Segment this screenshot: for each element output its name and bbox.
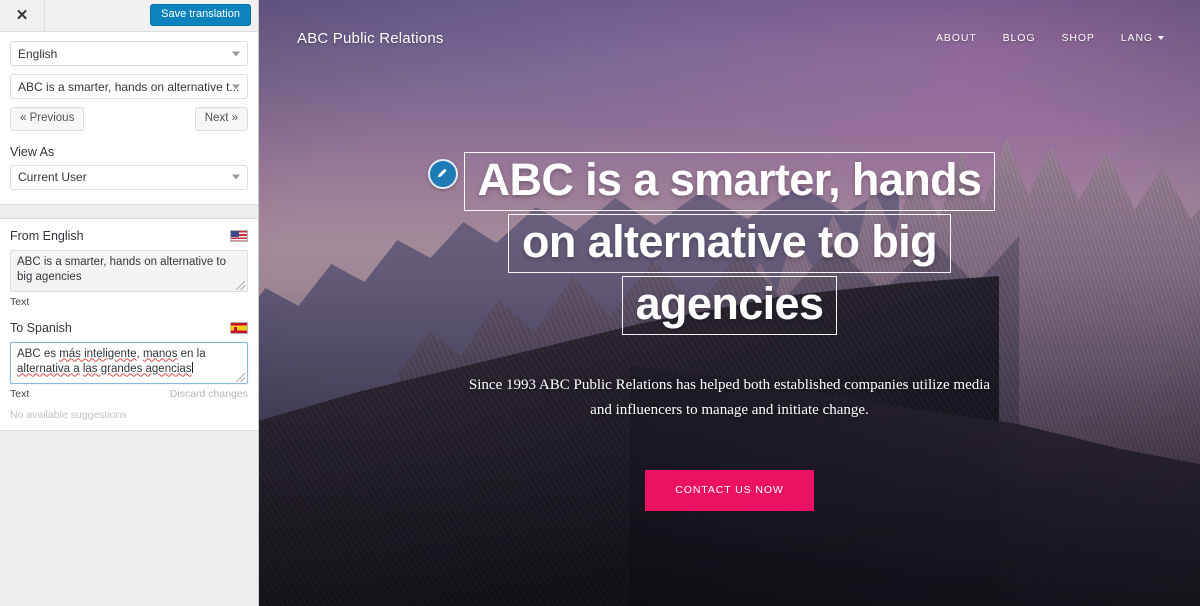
save-translation-button[interactable]: Save translation [150, 4, 251, 26]
nav-item-blog-label: BLOG [1002, 32, 1036, 44]
source-textarea[interactable]: ABC is a smarter, hands on alternative t… [10, 249, 248, 292]
target-footer: Text Discard changes [10, 388, 248, 400]
es-flag-icon [230, 321, 248, 334]
nav-item-about-label: ABOUT [935, 32, 977, 44]
chevron-down-icon [232, 84, 240, 89]
hero-subtitle-line-2: and influencers to manage and initiate c… [590, 402, 869, 418]
contact-us-button[interactable]: CONTACT US NOW [645, 470, 814, 511]
source-text: ABC is a smarter, hands on alternative t… [17, 255, 227, 283]
pencil-icon[interactable] [427, 159, 458, 189]
string-select-value: ABC is a smarter, hands on alternative t… [18, 79, 240, 94]
target-text-plain-3: en la [177, 347, 206, 360]
target-type-label: Text [10, 387, 30, 400]
target-textarea[interactable]: ABC es más inteligente, manos en la alte… [10, 341, 248, 384]
resize-grip-icon[interactable] [236, 372, 245, 382]
site-brand[interactable]: ABC Public Relations [297, 30, 444, 47]
hero-headline-line-2[interactable]: on alternative to big [508, 214, 951, 273]
discard-changes-link[interactable]: Discard changes [170, 388, 248, 400]
string-select[interactable]: ABC is a smarter, hands on alternative t… [10, 74, 248, 99]
source-title: From English [10, 228, 84, 243]
nav-item-blog[interactable]: BLOG [1003, 32, 1036, 44]
us-flag-icon [230, 229, 248, 242]
target-header: To Spanish [10, 321, 248, 335]
chevron-down-icon [1158, 36, 1164, 40]
source-header: From English [10, 229, 248, 243]
next-button[interactable]: Next » [194, 107, 248, 131]
hero-subtitle-line-1: Since 1993 ABC Public Relations has help… [468, 377, 991, 393]
nav-item-lang[interactable]: LANG [1121, 32, 1164, 44]
source-footer: Text [10, 296, 248, 308]
hero-headline-wrapper: ABC is a smarter, hands on alternative t… [427, 152, 996, 338]
hero-subtitle: Since 1993 ABC Public Relations has help… [259, 373, 1200, 423]
close-button[interactable]: ✕ [0, 0, 45, 31]
language-select-value: English [18, 46, 58, 61]
view-as-value: Current User [18, 170, 87, 185]
language-select[interactable]: English [10, 41, 248, 66]
nav-item-shop[interactable]: SHOP [1061, 32, 1094, 44]
panel-divider [0, 204, 258, 219]
close-icon: ✕ [15, 7, 29, 24]
hero-headline-line-1[interactable]: ABC is a smarter, hands [463, 152, 996, 211]
site-navbar: ABC Public Relations ABOUT BLOG SHOP LAN… [259, 0, 1200, 76]
target-text-misspelled-1: más inteligente [59, 347, 137, 360]
text-cursor [191, 361, 193, 373]
sidebar-header: ✕ Save translation [0, 0, 258, 32]
chevron-down-icon [232, 174, 240, 180]
translation-editor-panel: From English ABC is a smarter, hands on … [0, 218, 258, 431]
sidebar-controls-panel: English ABC is a smarter, hands on alter… [0, 32, 258, 205]
hero-headline-line-3[interactable]: agencies [621, 276, 838, 335]
pagination-row: « Previous Next » [10, 107, 248, 131]
nav-item-lang-label: LANG [1120, 32, 1153, 44]
site-preview: ABC Public Relations ABOUT BLOG SHOP LAN… [259, 0, 1200, 606]
target-text-plain-1: ABC es [17, 347, 60, 360]
nav-item-shop-label: SHOP [1061, 32, 1095, 44]
target-text-misspelled-3: alternativa a [17, 362, 80, 375]
hero-section: ABC is a smarter, hands on alternative t… [259, 0, 1200, 511]
source-type-label: Text [10, 295, 30, 308]
target-title: To Spanish [10, 320, 72, 335]
chevron-down-icon [232, 51, 240, 56]
nav-links: ABOUT BLOG SHOP LANG [936, 32, 1164, 44]
view-as-label: View As [10, 144, 55, 159]
target-text-misspelled-4: las grandes agencias [82, 362, 192, 375]
resize-grip-icon[interactable] [236, 280, 245, 290]
suggestions-message: No available suggestions [10, 408, 127, 421]
translation-sidebar: ✕ Save translation English ABC is a smar… [0, 0, 259, 606]
nav-item-about[interactable]: ABOUT [936, 32, 977, 44]
app-root: ✕ Save translation English ABC is a smar… [0, 0, 1200, 606]
previous-button[interactable]: « Previous [10, 107, 85, 131]
view-as-select[interactable]: Current User [10, 164, 248, 190]
target-text-misspelled-2: manos [142, 347, 178, 360]
